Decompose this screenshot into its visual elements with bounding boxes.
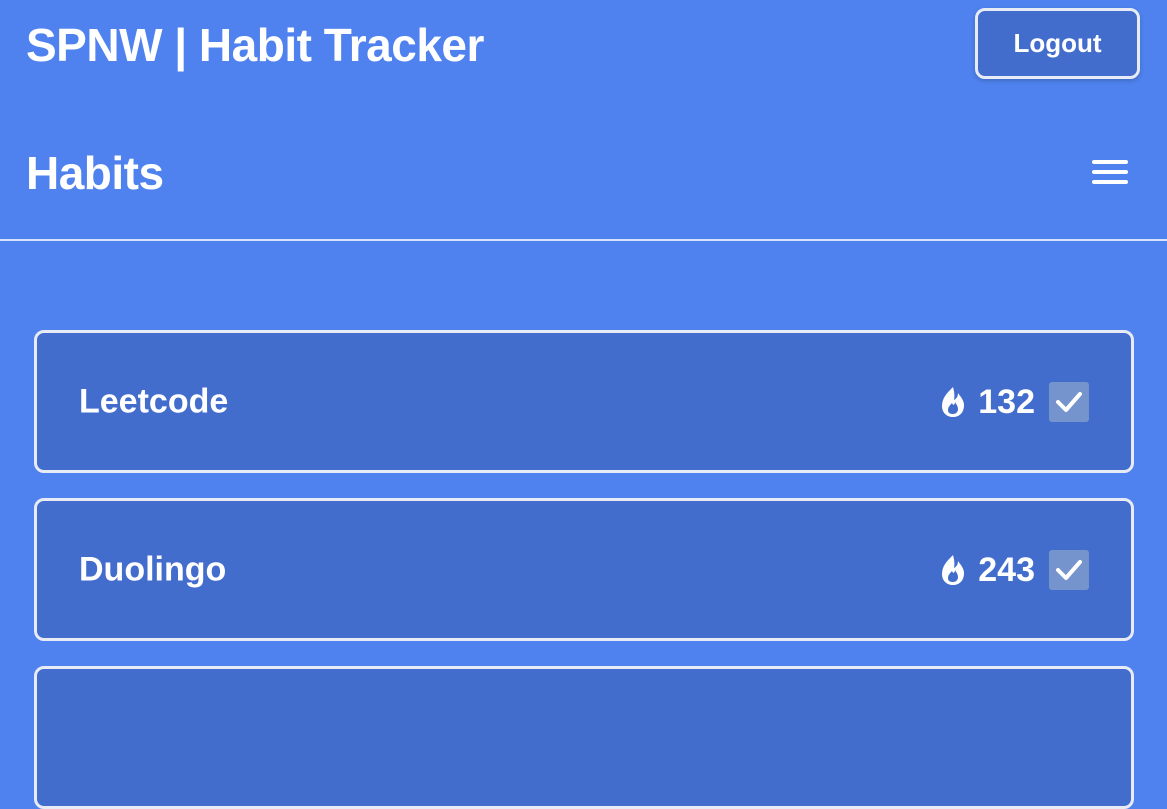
hamburger-menu-icon: [1092, 160, 1128, 184]
habit-complete-checkbox[interactable]: [1049, 549, 1089, 590]
habit-card-duolingo[interactable]: Duolingo 243: [34, 498, 1134, 641]
habit-streak-area: 243: [938, 549, 1089, 590]
habit-name: Leetcode: [79, 382, 229, 420]
habit-card-leetcode[interactable]: Leetcode 132: [34, 330, 1134, 473]
logout-button[interactable]: Logout: [975, 8, 1140, 79]
streak-count: 243: [978, 550, 1035, 589]
page-title: Habits: [26, 147, 164, 199]
flame-icon: [942, 386, 965, 417]
checkmark-icon: [1056, 559, 1082, 580]
flame-icon: [942, 554, 965, 585]
checkmark-icon: [1056, 391, 1082, 412]
habit-streak-area: 132: [938, 381, 1089, 422]
habit-complete-checkbox[interactable]: [1049, 381, 1089, 422]
habit-card-partial[interactable]: [34, 666, 1134, 809]
app-title: SPNW | Habit Tracker: [26, 19, 484, 71]
habit-name: Duolingo: [79, 550, 227, 588]
header-divider: [0, 239, 1167, 241]
hamburger-menu-button[interactable]: [1088, 154, 1132, 190]
streak-count: 132: [978, 382, 1035, 421]
